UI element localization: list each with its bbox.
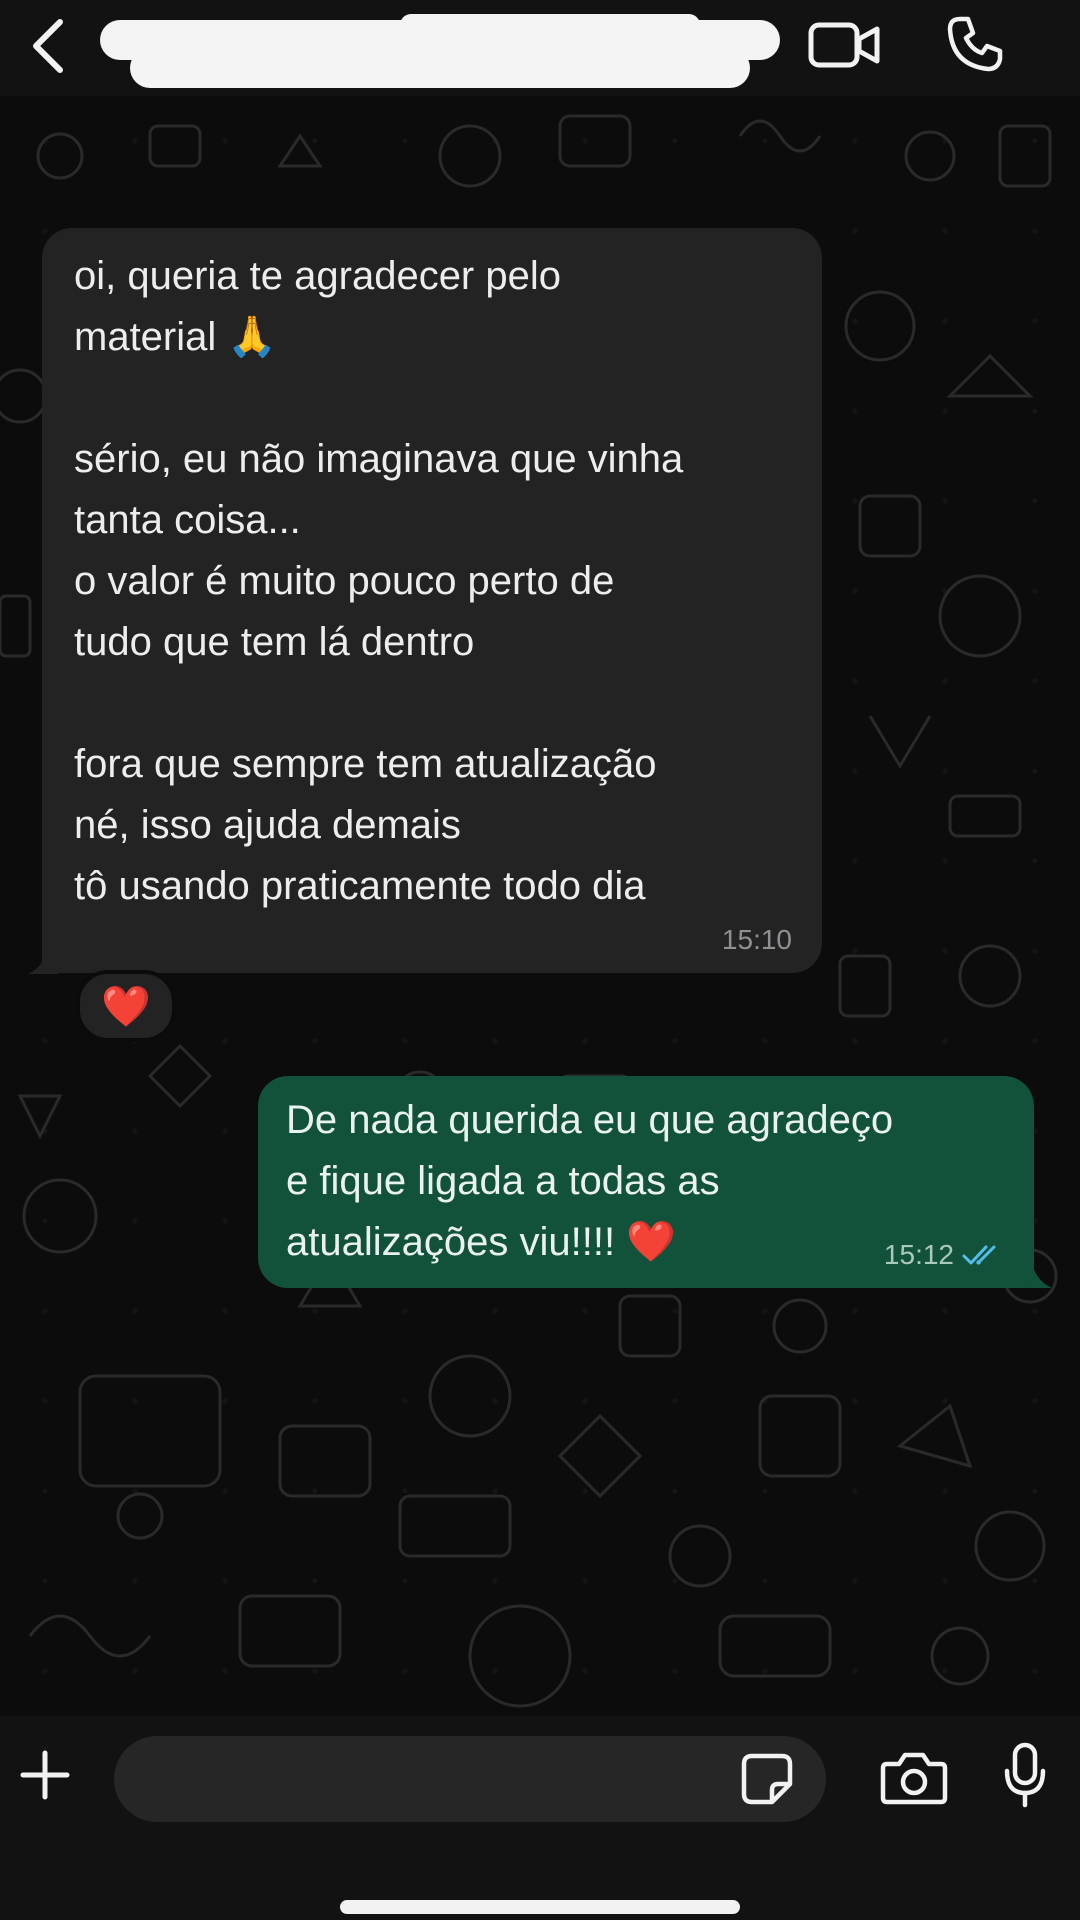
message-line: De nada querida eu que agradeço [286,1098,894,1142]
home-indicator[interactable] [340,1900,740,1914]
microphone-button[interactable] [990,1734,1060,1818]
message-line: tô usando praticamente todo dia [74,864,646,908]
message-line: tanta coisa... [74,498,301,542]
chat-header [0,0,1080,96]
message-line: sério, eu não imaginava que vinha [74,437,684,481]
message-input[interactable] [114,1736,826,1822]
message-line [74,673,794,734]
video-call-button[interactable] [800,10,890,80]
camera-button[interactable] [874,1738,954,1818]
sticker-button[interactable] [736,1748,798,1810]
voice-call-button[interactable] [935,6,1015,82]
message-timestamp: 15:10 [721,924,792,955]
contact-name-redacted[interactable] [100,14,800,94]
message-line: tudo que tem lá dentro [74,620,475,664]
message-timestamp: 15:12 [883,1239,954,1270]
message-line: material 🙏 [74,315,278,359]
plus-icon [20,1750,70,1800]
attach-button[interactable] [14,1736,76,1814]
message-line: fora que sempre tem atualização [74,742,657,786]
redaction-mark [130,48,750,88]
chat-screen: oi, queria te agradecer pelo material 🙏 … [0,0,1080,1920]
heart-emoji-icon: ❤️ [626,1220,676,1264]
message-line: o valor é muito pouco perto de [74,559,615,603]
message-line: né, isso ajuda demais [74,803,461,847]
phone-icon [947,16,1003,72]
message-line: oi, queria te agradecer pelo [74,254,561,298]
redaction-mark [400,14,700,36]
message-line [74,368,794,429]
heart-reaction-icon: ❤️ [101,984,151,1029]
message-line: e fique ligada a todas as [286,1159,720,1203]
message-composer [0,1716,1080,1920]
outgoing-message-bubble[interactable]: De nada querida eu que agradeço e fique … [258,1076,1034,1288]
back-button[interactable] [18,12,78,80]
camera-icon [880,1752,948,1805]
chevron-left-icon [33,19,63,73]
video-camera-icon [808,22,880,68]
message-meta: 15:12 [884,1240,1004,1270]
incoming-message-bubble[interactable]: oi, queria te agradecer pelo material 🙏 … [42,228,822,973]
sticker-icon [741,1753,793,1805]
message-reaction[interactable]: ❤️ [76,970,176,1042]
double-check-read-icon [962,1245,996,1265]
microphone-icon [1004,1742,1046,1808]
